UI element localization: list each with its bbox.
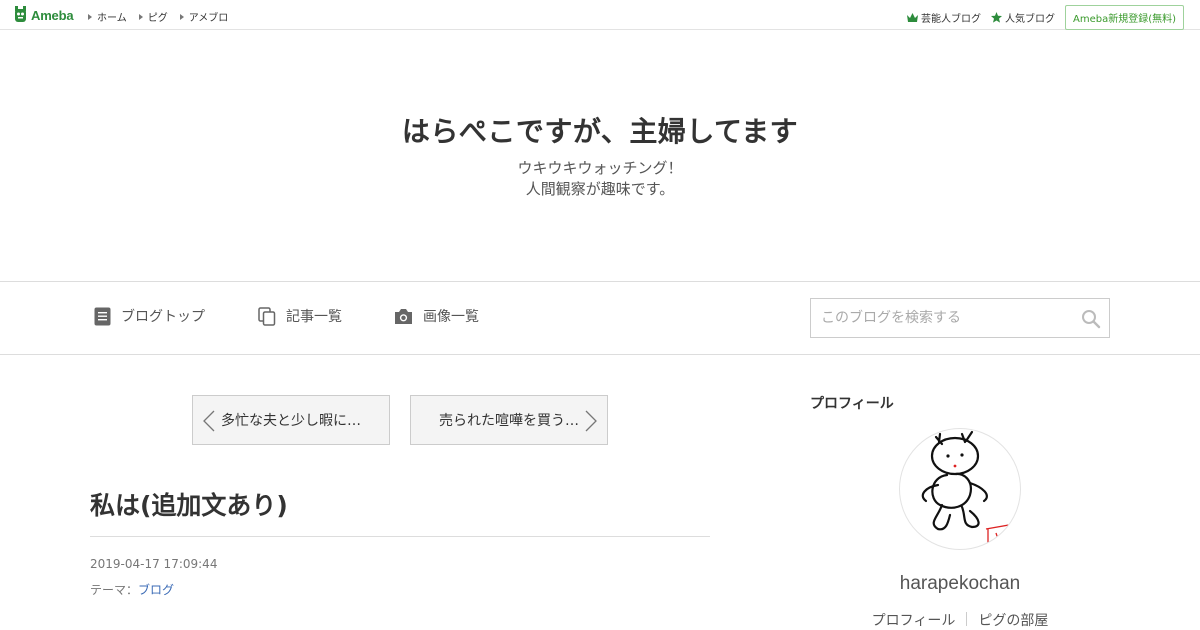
article-theme-label: テーマ： xyxy=(90,583,139,597)
popular-blog-link[interactable]: 人気ブログ xyxy=(990,10,1055,25)
copy-icon xyxy=(258,306,276,326)
avatar-drawing xyxy=(921,430,1020,545)
popular-blog-label: 人気ブログ xyxy=(1004,14,1055,25)
global-nav-home[interactable]: ホーム xyxy=(88,9,127,24)
link-divider xyxy=(966,612,968,626)
nav-label: 画像一覧 xyxy=(423,309,479,325)
global-nav-ameblo[interactable]: アメブロ xyxy=(179,9,229,24)
chevron-right-icon xyxy=(585,410,597,432)
star-icon xyxy=(990,12,1002,23)
ameba-mascot-icon xyxy=(15,6,26,22)
blog-header: はらぺこですが、主婦してます ウキウキウォッチング！ 人間観察が趣味です。 xyxy=(0,30,1200,281)
prev-entry-button[interactable]: 多忙な夫と少し暇に… xyxy=(192,395,390,445)
global-nav-label: ピグ xyxy=(147,13,168,24)
crown-icon xyxy=(906,13,918,22)
search-input[interactable] xyxy=(811,299,1071,337)
camera-icon xyxy=(395,308,412,324)
global-nav-label: アメブロ xyxy=(188,13,229,24)
global-nav-label: ホーム xyxy=(97,13,127,24)
signup-button[interactable]: Ameba新規登録(無料) xyxy=(1064,5,1184,30)
prev-entry-label: 多忙な夫と少し暇に… xyxy=(221,413,361,429)
nav-blog-top[interactable]: ブログトップ xyxy=(94,306,205,326)
global-nav-pigg[interactable]: ピグ xyxy=(138,9,168,24)
triangle-right-icon xyxy=(138,13,143,20)
blog-search xyxy=(810,298,1110,338)
profile-heading: プロフィール xyxy=(810,396,894,412)
blog-description-line: ウキウキウォッチング！ xyxy=(517,159,683,177)
ameba-logo[interactable]: Ameba xyxy=(13,6,74,24)
blog-description: ウキウキウォッチング！ 人間観察が趣味です。 xyxy=(0,158,1200,200)
celebrity-blog-link[interactable]: 芸能人ブログ xyxy=(906,10,981,25)
article-divider xyxy=(90,536,710,537)
pigg-room-link[interactable]: ピグの部屋 xyxy=(978,610,1048,630)
article-theme-link[interactable]: ブログ xyxy=(138,583,174,597)
logo-text: Ameba xyxy=(31,7,74,23)
nav-image-list[interactable]: 画像一覧 xyxy=(394,306,479,326)
blog-nav: ブログトップ 記事一覧 画像一覧 xyxy=(0,281,1200,355)
document-icon xyxy=(94,307,111,325)
article-date: 2019-04-17 17:09:44 xyxy=(90,557,218,571)
avatar[interactable] xyxy=(899,428,1021,550)
blog-title[interactable]: はらぺこですが、主婦してます xyxy=(0,110,1200,150)
profile-link[interactable]: プロフィール xyxy=(872,610,956,630)
celebrity-blog-label: 芸能人ブログ xyxy=(920,14,981,25)
blog-description-line: 人間観察が趣味です。 xyxy=(525,180,675,198)
article-title[interactable]: 私は(追加文あり) xyxy=(90,486,288,522)
triangle-right-icon xyxy=(179,13,184,20)
global-header: Ameba ホーム ピグ アメブロ 芸能人ブログ 人気ブログ Ameba新規登録… xyxy=(0,0,1200,30)
global-header-right: 芸能人ブログ 人気ブログ Ameba新規登録(無料) xyxy=(906,5,1184,30)
next-entry-label: 売られた喧嘩を買う… xyxy=(439,413,579,429)
global-nav: ホーム ピグ アメブロ xyxy=(88,9,240,24)
profile-links: プロフィール ピグの部屋 xyxy=(810,610,1110,630)
search-icon[interactable] xyxy=(1081,309,1101,329)
triangle-right-icon xyxy=(88,13,92,20)
article-theme: テーマ：ブログ xyxy=(90,581,174,598)
profile-username[interactable]: harapekochan xyxy=(810,573,1110,595)
chevron-left-icon xyxy=(203,410,215,432)
next-entry-button[interactable]: 売られた喧嘩を買う… xyxy=(410,395,608,445)
nav-label: ブログトップ xyxy=(121,309,205,325)
nav-entry-list[interactable]: 記事一覧 xyxy=(258,306,342,326)
nav-label: 記事一覧 xyxy=(286,309,342,325)
